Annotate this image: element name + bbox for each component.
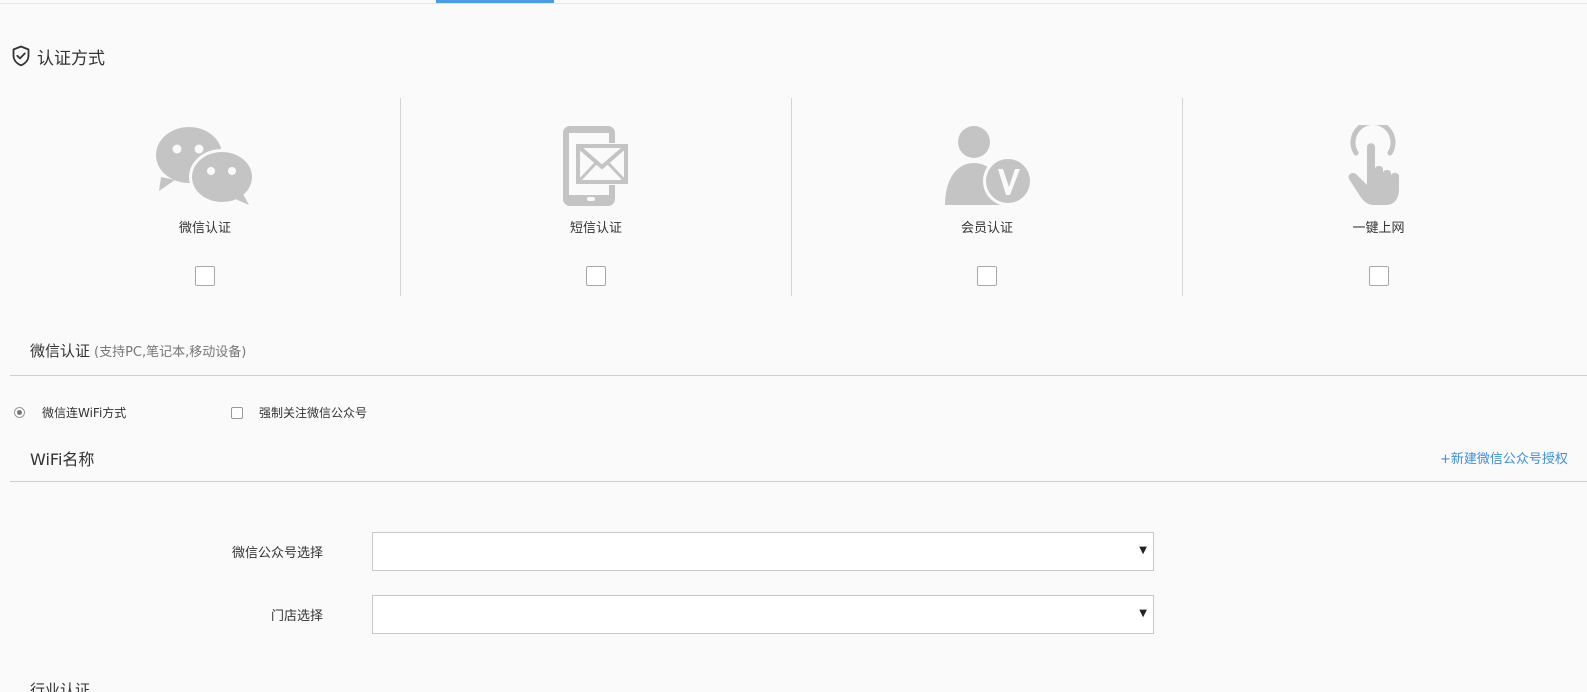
force-follow-checkbox[interactable]: [231, 406, 243, 419]
wifi-name-title: WiFi名称: [30, 450, 95, 469]
auth-method-wechat-checkbox[interactable]: [195, 266, 215, 286]
wechat-icon: [150, 124, 260, 208]
wechat-auth-title: 微信认证: [30, 342, 91, 360]
top-tab-bar-line: [0, 3, 1587, 4]
auth-method-member[interactable]: 会员认证: [792, 98, 1183, 296]
wechat-wifi-radio-option[interactable]: 微信连WiFi方式: [14, 404, 126, 421]
force-follow-option[interactable]: 强制关注微信公众号: [231, 404, 367, 421]
auth-method-label: 短信认证: [569, 221, 622, 236]
dropdown-arrow-icon: ▼: [1139, 608, 1147, 619]
store-select[interactable]: ▼: [372, 595, 1154, 634]
store-label: 门店选择: [270, 609, 323, 624]
page: 认证方式 微信认证 短信认证 会员认证 一键上网 微信认证 (支持PC,笔记本,…: [0, 0, 1587, 692]
wechat-auth-header: 微信认证 (支持PC,笔记本,移动设备): [30, 340, 246, 361]
divider: [10, 375, 1587, 376]
auth-method-list: 微信认证 短信认证 会员认证 一键上网: [10, 98, 1574, 296]
section-title: 认证方式: [11, 44, 105, 69]
auth-method-one-click-checkbox[interactable]: [1368, 266, 1389, 286]
member-v-icon: [932, 124, 1042, 208]
new-wechat-auth-link[interactable]: +新建微信公众号授权: [1440, 448, 1568, 467]
auth-method-wechat[interactable]: 微信认证: [10, 98, 401, 296]
force-follow-label: 强制关注微信公众号: [259, 406, 368, 420]
auth-method-label: 一键上网: [1352, 221, 1405, 236]
auth-method-sms-checkbox[interactable]: [586, 266, 606, 286]
section-title-text: 认证方式: [37, 48, 105, 69]
wechat-account-select[interactable]: ▼: [372, 532, 1154, 571]
shield-check-icon: [12, 45, 30, 67]
sms-phone-icon: [541, 124, 651, 208]
radio-button[interactable]: [14, 407, 25, 418]
wechat-auth-hint: (支持PC,笔记本,移动设备): [94, 345, 247, 360]
auth-method-label: 会员认证: [960, 221, 1013, 236]
active-tab-indicator[interactable]: [436, 0, 554, 3]
next-section-title: 行业认证: [30, 681, 91, 692]
auth-method-member-checkbox[interactable]: [977, 266, 997, 286]
wechat-wifi-radio-label: 微信连WiFi方式: [42, 406, 127, 420]
tap-hand-icon: [1324, 124, 1434, 208]
dropdown-arrow-icon: ▼: [1139, 545, 1147, 556]
wechat-account-label: 微信公众号选择: [231, 546, 323, 561]
auth-method-label: 微信认证: [178, 221, 231, 236]
auth-method-one-click[interactable]: 一键上网: [1183, 98, 1574, 296]
auth-method-sms[interactable]: 短信认证: [401, 98, 792, 296]
divider: [10, 481, 1587, 482]
